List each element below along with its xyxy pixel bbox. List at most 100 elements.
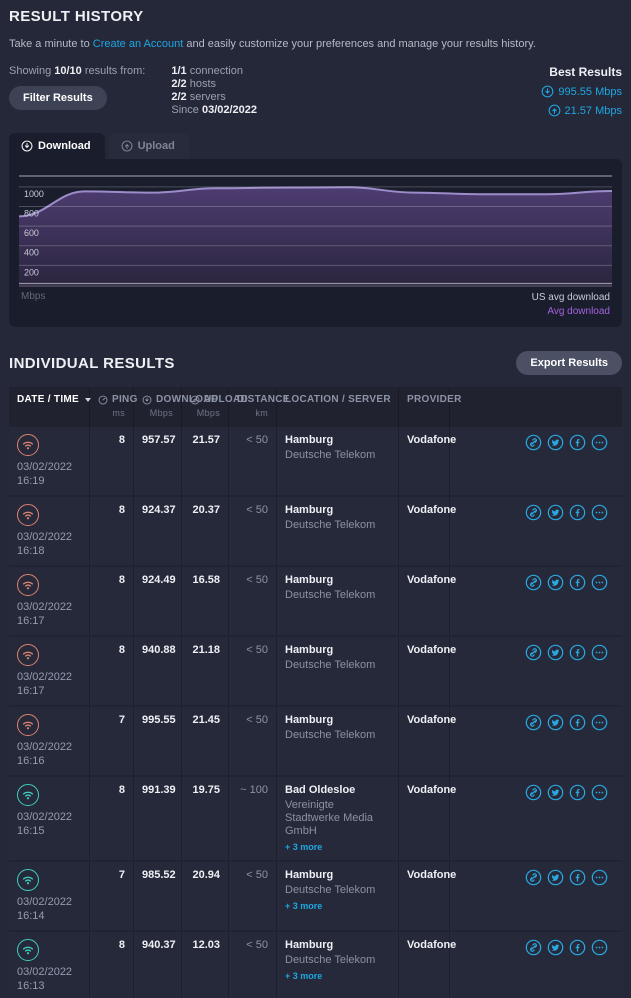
facebook-icon[interactable] xyxy=(569,504,586,521)
result-date: 03/02/2022 xyxy=(17,531,73,543)
svg-text:600: 600 xyxy=(24,228,39,238)
twitter-icon[interactable] xyxy=(547,574,564,591)
twitter-icon[interactable] xyxy=(547,644,564,661)
result-server: Deutsche Telekom xyxy=(285,729,376,741)
best-download[interactable]: 995.55 Mbps xyxy=(541,85,622,98)
best-results-title: Best Results xyxy=(549,65,622,79)
twitter-icon[interactable] xyxy=(547,869,564,886)
result-time: 16:17 xyxy=(17,685,45,697)
facebook-icon[interactable] xyxy=(569,939,586,956)
column-header-upload[interactable]: UPLOAD Mbps xyxy=(182,387,248,427)
more-servers-link[interactable]: + 3 more xyxy=(285,842,322,852)
column-header-location-server[interactable]: LOCATION / SERVER xyxy=(277,387,399,427)
more-icon[interactable] xyxy=(591,504,608,521)
link-icon[interactable] xyxy=(525,784,542,801)
more-servers-link[interactable]: + 3 more xyxy=(285,901,322,911)
facebook-icon[interactable] xyxy=(569,574,586,591)
result-date-cell: 03/02/2022 16:15 xyxy=(9,777,90,860)
more-icon[interactable] xyxy=(591,869,608,886)
filter-results-button[interactable]: Filter Results xyxy=(9,86,107,110)
result-provider: Vodafone xyxy=(399,777,456,860)
result-upload: 21.45 xyxy=(182,707,229,775)
svg-text:1000: 1000 xyxy=(24,189,44,199)
tab-upload[interactable]: Upload xyxy=(108,133,189,159)
facebook-icon[interactable] xyxy=(569,434,586,451)
column-header-distance[interactable]: DISTANCE km xyxy=(229,387,289,427)
result-server: Deutsche Telekom xyxy=(285,659,376,671)
result-provider: Vodafone xyxy=(399,427,456,495)
download-history-area-chart: 200 400 600 800 1000 xyxy=(19,175,612,287)
result-ping: 8 xyxy=(90,427,134,495)
wifi-icon xyxy=(17,784,39,806)
result-ping: 8 xyxy=(90,567,134,635)
result-ping: 8 xyxy=(90,777,134,860)
result-date: 03/02/2022 xyxy=(17,601,73,613)
tab-download[interactable]: Download xyxy=(9,133,105,159)
result-distance: < 50 xyxy=(229,567,277,635)
wifi-icon xyxy=(17,574,39,596)
download-history-chart-panel: 200 400 600 800 1000 Mbps US avg download Av… xyxy=(9,159,622,327)
link-icon[interactable] xyxy=(525,939,542,956)
more-icon[interactable] xyxy=(591,714,608,731)
column-header-ping[interactable]: PING ms xyxy=(90,387,137,427)
result-provider: Vodafone xyxy=(399,862,456,930)
result-date: 03/02/2022 xyxy=(17,461,73,473)
more-icon[interactable] xyxy=(591,434,608,451)
result-download: 995.55 xyxy=(134,707,182,775)
more-icon[interactable] xyxy=(591,644,608,661)
more-servers-link[interactable]: + 3 more xyxy=(285,971,322,981)
create-account-link[interactable]: Create an Account xyxy=(93,38,184,50)
column-header-download[interactable]: DOWNLOAD Mbps xyxy=(134,387,218,427)
link-icon[interactable] xyxy=(525,574,542,591)
chart-footer: Mbps US avg download Avg download xyxy=(19,291,612,319)
result-distance: < 50 xyxy=(229,862,277,930)
showing-count: 10/10 xyxy=(54,65,82,77)
download-unit: Mbps xyxy=(149,408,173,418)
best-upload-value: 21.57 Mbps xyxy=(564,104,622,117)
column-header-provider[interactable]: PROVIDER xyxy=(399,387,461,427)
link-icon[interactable] xyxy=(525,434,542,451)
table-row: 03/02/2022 16:17 8 924.49 16.58 < 50 Ham… xyxy=(9,567,622,637)
result-server: Deutsche Telekom xyxy=(285,519,376,531)
link-icon[interactable] xyxy=(525,644,542,661)
result-provider: Vodafone xyxy=(399,637,456,705)
result-date-cell: 03/02/2022 16:18 xyxy=(9,497,90,565)
export-results-button[interactable]: Export Results xyxy=(516,351,622,375)
more-icon[interactable] xyxy=(591,784,608,801)
result-location-cell: Hamburg Deutsche Telekom xyxy=(277,637,399,705)
share-actions xyxy=(450,932,622,998)
result-time: 16:16 xyxy=(17,755,45,767)
result-ping: 8 xyxy=(90,497,134,565)
column-header-date-time[interactable]: DATE / TIME xyxy=(9,387,92,427)
result-date: 03/02/2022 xyxy=(17,896,73,908)
more-icon[interactable] xyxy=(591,939,608,956)
share-actions xyxy=(450,567,622,635)
twitter-icon[interactable] xyxy=(547,434,564,451)
more-icon[interactable] xyxy=(591,574,608,591)
link-icon[interactable] xyxy=(525,504,542,521)
link-icon[interactable] xyxy=(525,714,542,731)
best-upload[interactable]: 21.57 Mbps xyxy=(541,104,622,117)
share-actions xyxy=(450,707,622,775)
result-upload: 21.18 xyxy=(182,637,229,705)
svg-text:400: 400 xyxy=(24,248,39,258)
result-ping: 8 xyxy=(90,637,134,705)
facebook-icon[interactable] xyxy=(569,784,586,801)
facebook-icon[interactable] xyxy=(569,714,586,731)
result-ping: 7 xyxy=(90,862,134,930)
twitter-icon[interactable] xyxy=(547,939,564,956)
twitter-icon[interactable] xyxy=(547,714,564,731)
facebook-icon[interactable] xyxy=(569,644,586,661)
upload-unit: Mbps xyxy=(196,408,220,418)
table-row: 03/02/2022 16:15 8 991.39 19.75 ~ 100 Ba… xyxy=(9,777,622,862)
link-icon[interactable] xyxy=(525,869,542,886)
filter-summary-line: 2/2 servers xyxy=(171,91,226,103)
upload-circle-icon xyxy=(548,104,561,117)
result-time: 16:17 xyxy=(17,615,45,627)
twitter-icon[interactable] xyxy=(547,784,564,801)
intro-prefix: Take a minute to xyxy=(9,38,93,50)
result-location: Hamburg xyxy=(285,869,334,881)
twitter-icon[interactable] xyxy=(547,504,564,521)
facebook-icon[interactable] xyxy=(569,869,586,886)
column-header-actions xyxy=(450,387,622,427)
